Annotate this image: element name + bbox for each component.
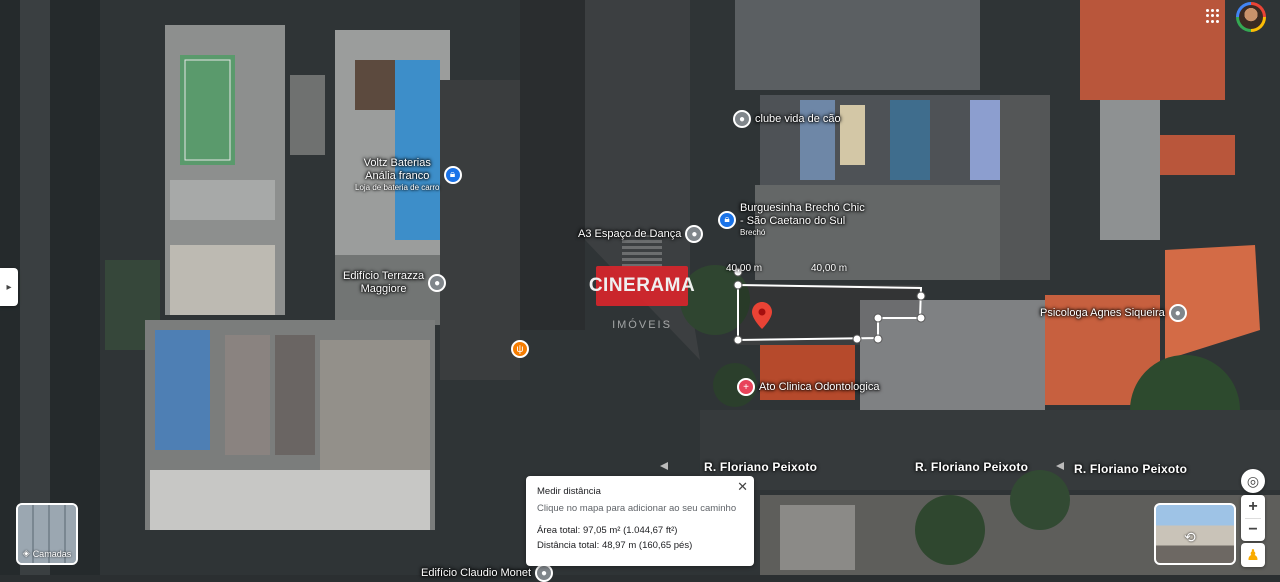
zoom-out-button[interactable]: − (1248, 519, 1257, 541)
poi-sub: Brechó (740, 228, 766, 237)
close-icon[interactable]: ✕ (737, 479, 748, 495)
pin-icon: ● (1168, 304, 1187, 322)
pegman-button[interactable]: ♟ (1241, 543, 1265, 567)
apps-grid-icon[interactable] (1206, 9, 1220, 23)
zoom-in-button[interactable]: + (1248, 496, 1257, 518)
pin-icon: ● (428, 274, 447, 292)
my-location-button[interactable]: ◎ (1241, 469, 1265, 493)
street-view-preview[interactable]: ⟲ (1154, 503, 1236, 565)
pin-icon: ● (733, 110, 751, 128)
poi-psicologa-agnes[interactable]: ● Psicologa Agnes Siqueira (1040, 304, 1187, 322)
watermark-brand: CINERAMA (589, 266, 695, 306)
poi-ato-clinica[interactable]: + Ato Clinica Odontologica (737, 378, 879, 396)
poi-edificio-claudio-monet[interactable]: ● Edifício Claudio Monet (421, 564, 554, 582)
poi-label: Psicologa Agnes Siqueira (1040, 306, 1165, 319)
measure-title: Medir distância (537, 486, 601, 497)
medical-icon: + (737, 378, 755, 396)
pin-icon: ● (535, 564, 554, 582)
my-location-icon: ◎ (1246, 472, 1260, 489)
measure-distance: Distância total: 48,97 m (160,65 pés) (537, 540, 693, 551)
poi-edificio-terrazza[interactable]: ● Edifício Terrazza Maggiore (343, 270, 447, 296)
measure-distance-card: ✕ Medir distância Clique no mapa para ad… (526, 476, 754, 566)
street-label: R. Floriano Peixoto (915, 460, 1029, 474)
layers-label: Camadas (32, 548, 72, 559)
measure-segment-label: 40,00 m (811, 263, 848, 274)
restaurant-icon: ψ (511, 340, 529, 358)
measure-segment-label: 40,00 m (726, 263, 763, 274)
zoom-controls: + − (1241, 495, 1265, 541)
poi-label: Voltz Baterias Anália franco (363, 157, 431, 182)
poi-label: Burguesinha Brechó Chic - São Caetano do… (740, 202, 865, 227)
shopping-bag-icon: 🔒︎ (443, 165, 462, 184)
poi-a3-espaco-de-danca[interactable]: ● A3 Espaço de Dança (578, 225, 704, 243)
poi-label: Edifício Claudio Monet (421, 566, 532, 579)
layers-icon: ◈ (22, 548, 30, 558)
poi-restaurant[interactable]: ψ (511, 340, 529, 358)
pin-icon: ● (685, 225, 704, 243)
measure-area: Área total: 97,05 m² (1.044,67 ft²) (537, 525, 678, 536)
watermark-sub: IMÓVEIS (612, 319, 672, 331)
account-avatar[interactable] (1236, 2, 1266, 32)
measure-subtitle: Clique no mapa para adicionar ao seu cam… (537, 503, 737, 514)
street-label: R. Floriano Peixoto (704, 460, 818, 474)
poi-voltz-baterias[interactable]: 🔒︎ Voltz Baterias Anália franco Loja de … (355, 157, 462, 192)
poi-label: Edifício Terrazza Maggiore (343, 270, 425, 295)
shopping-bag-icon: 🔒︎ (718, 210, 736, 229)
poi-label: A3 Espaço de Dança (578, 227, 682, 240)
layers-button[interactable]: ◈ Camadas (16, 503, 78, 565)
poi-label: Ato Clinica Odontologica (759, 380, 880, 393)
pegman-icon: ♟ (1246, 547, 1260, 564)
watermark-logo: CINERAMA IMÓVEIS (589, 235, 695, 335)
poi-burguesinha-brecho[interactable]: 🔒︎ Burguesinha Brechó Chic - São Caetano… (718, 202, 865, 237)
expand-side-panel-button[interactable]: ▸ (0, 268, 18, 306)
street-label: R. Floriano Peixoto (1074, 462, 1188, 476)
poi-sub: Loja de bateria de carro (355, 183, 440, 192)
poi-label: clube vida de cão (755, 112, 841, 125)
rotate-360-icon: ⟲ (1184, 529, 1196, 545)
poi-clube-vida-de-cao[interactable]: ● clube vida de cão (733, 110, 841, 128)
chevron-right-icon: ▸ (6, 281, 12, 293)
